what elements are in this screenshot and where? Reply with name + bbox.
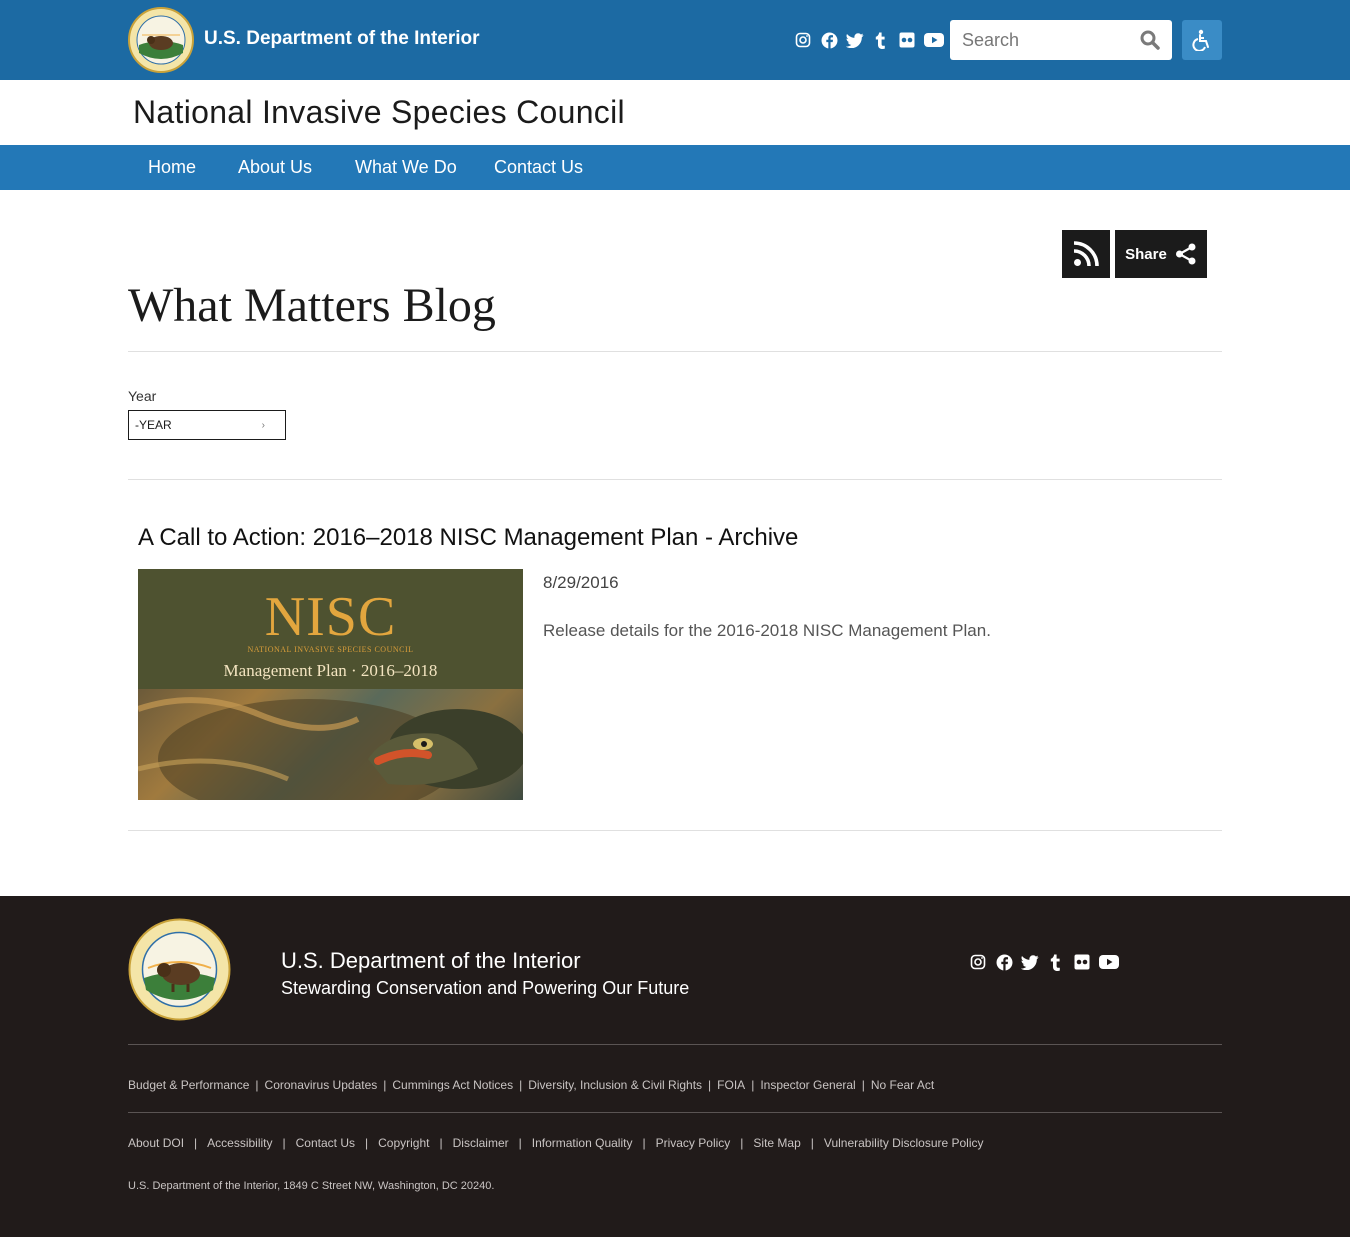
footer-link-foia[interactable]: FOIA <box>717 1078 745 1092</box>
footer-divider-top <box>128 1044 1222 1045</box>
thumbnail-caption: Management Plan · 2016–2018 <box>223 661 438 680</box>
title-divider <box>128 351 1222 352</box>
footer-title: U.S. Department of the Interior <box>281 948 581 973</box>
search-input[interactable] <box>950 20 1136 60</box>
top-header: U.S. Department of the Interior <box>0 0 1350 80</box>
facebook-icon[interactable] <box>995 952 1013 972</box>
thumbnail-heading: NISC <box>264 586 397 648</box>
rss-icon <box>1073 241 1099 267</box>
rss-button[interactable] <box>1062 230 1110 278</box>
thumbnail-subheading: NATIONAL INVASIVE SPECIES COUNCIL <box>247 645 414 654</box>
footer-link-cummings[interactable]: Cummings Act Notices <box>392 1078 513 1092</box>
twitter-icon[interactable] <box>1021 952 1039 972</box>
facebook-icon[interactable] <box>820 30 838 50</box>
footer-link-disclaimer[interactable]: Disclaimer <box>453 1136 509 1150</box>
main-nav: Home About Us What We Do Contact Us <box>0 145 1350 190</box>
thumbnail-banner: NISC NATIONAL INVASIVE SPECIES COUNCIL M… <box>138 569 523 689</box>
article-thumbnail[interactable]: NISC NATIONAL INVASIVE SPECIES COUNCIL M… <box>138 569 523 800</box>
article-title-link[interactable]: A Call to Action: 2016–2018 NISC Managem… <box>138 524 798 552</box>
article-date: 8/29/2016 <box>543 573 619 592</box>
year-filter-label: Year <box>128 388 157 404</box>
footer-link-contact-us[interactable]: Contact Us <box>296 1136 355 1150</box>
nav-item-about-us[interactable]: About Us <box>238 157 312 178</box>
footer-link-diversity[interactable]: Diversity, Inclusion & Civil Rights <box>528 1078 702 1092</box>
footer-link-accessibility[interactable]: Accessibility <box>207 1136 272 1150</box>
footer-tagline: Stewarding Conservation and Powering Our… <box>281 978 690 998</box>
instagram-icon[interactable] <box>794 30 812 50</box>
tumblr-icon[interactable] <box>872 30 890 50</box>
article-description: Release details for the 2016-2018 NISC M… <box>543 621 991 640</box>
footer-link-coronavirus[interactable]: Coronavirus Updates <box>265 1078 378 1092</box>
doi-seal-footer-logo[interactable] <box>128 918 231 1021</box>
year-select-value: -YEAR <box>135 418 172 432</box>
doi-seal-logo[interactable] <box>128 7 194 73</box>
footer-link-privacy-policy[interactable]: Privacy Policy <box>656 1136 731 1150</box>
footer-link-information-quality[interactable]: Information Quality <box>532 1136 633 1150</box>
share-icon <box>1175 243 1196 265</box>
year-select[interactable]: -YEAR › <box>128 410 286 440</box>
footer-link-about-doi[interactable]: About DOI <box>128 1136 184 1150</box>
footer-address: U.S. Department of the Interior, 1849 C … <box>128 1180 495 1192</box>
nav-item-home[interactable]: Home <box>148 157 196 178</box>
share-button[interactable]: Share <box>1115 230 1207 278</box>
footer-link-copyright[interactable]: Copyright <box>378 1136 429 1150</box>
flickr-icon[interactable] <box>1073 952 1091 972</box>
footer-links-row-1: Budget & Performance | Coronavirus Update… <box>128 1078 935 1092</box>
footer-link-vulnerability-disclosure[interactable]: Vulnerability Disclosure Policy <box>824 1136 984 1150</box>
header-social-links <box>794 30 944 50</box>
footer-link-budget[interactable]: Budget & Performance <box>128 1078 249 1092</box>
turtle-photo <box>138 689 523 800</box>
youtube-icon[interactable] <box>924 30 944 50</box>
nav-item-contact-us[interactable]: Contact Us <box>494 157 583 178</box>
accessibility-icon <box>1192 29 1209 51</box>
youtube-icon[interactable] <box>1099 952 1119 972</box>
footer-link-no-fear-act[interactable]: No Fear Act <box>871 1078 934 1092</box>
nav-item-what-we-do[interactable]: What We Do <box>355 157 457 178</box>
search-icon <box>1140 30 1160 50</box>
agency-name[interactable]: U.S. Department of the Interior <box>204 28 480 50</box>
footer-link-inspector-general[interactable]: Inspector General <box>760 1078 855 1092</box>
search-box <box>950 20 1172 60</box>
search-button[interactable] <box>1138 28 1162 52</box>
filter-divider <box>128 479 1222 480</box>
flickr-icon[interactable] <box>898 30 916 50</box>
footer-link-site-map[interactable]: Site Map <box>753 1136 800 1150</box>
tumblr-icon[interactable] <box>1047 952 1065 972</box>
instagram-icon[interactable] <box>969 952 987 972</box>
page-title: What Matters Blog <box>128 279 496 332</box>
article-divider <box>128 830 1222 831</box>
accessibility-button[interactable] <box>1182 20 1222 60</box>
site-name[interactable]: National Invasive Species Council <box>133 94 625 131</box>
footer-social-links <box>969 952 1119 972</box>
chevron-right-icon: › <box>261 420 265 431</box>
footer-divider-middle <box>128 1112 1222 1113</box>
share-label: Share <box>1125 245 1167 263</box>
footer-links-row-2: About DOI | Accessibility | Contact Us | Co… <box>128 1136 984 1150</box>
twitter-icon[interactable] <box>846 30 864 50</box>
